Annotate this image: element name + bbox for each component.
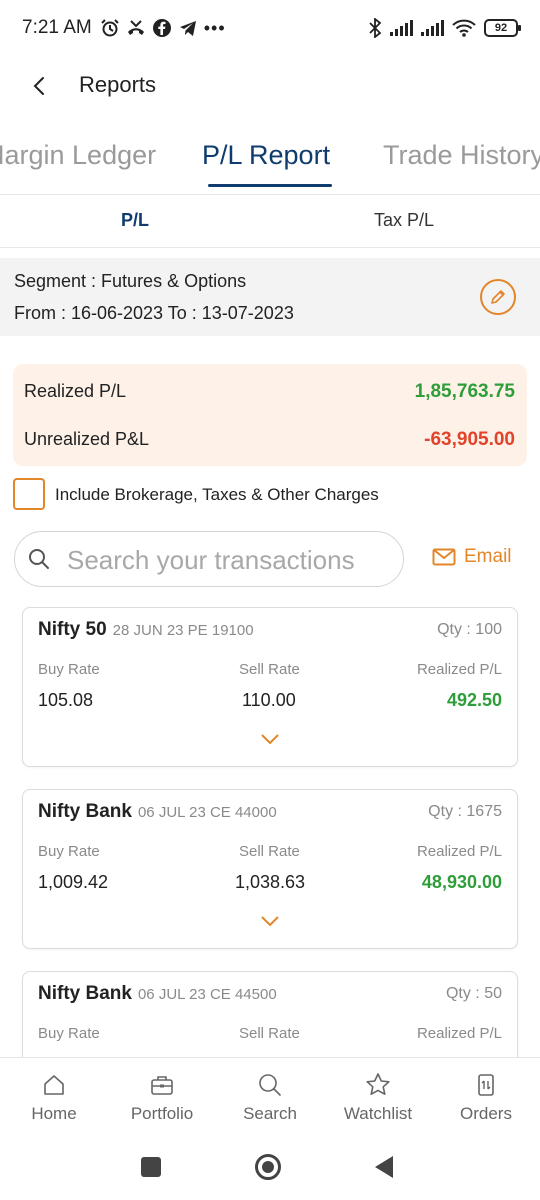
card-title: Nifty Bank 06 JUL 23 CE 44000 <box>38 801 277 823</box>
realized-pl-label: Realized P/L <box>24 381 127 401</box>
email-label: Email <box>464 546 512 567</box>
realized-pl-header: Realized P/L <box>416 1025 502 1042</box>
realized-pl-header: Realized P/L <box>416 661 502 678</box>
qty: Qty : 100 <box>437 621 502 638</box>
status-time: 7:21 AM <box>22 17 92 38</box>
symbol: Nifty 50 <box>38 619 107 640</box>
missed-call-icon <box>127 20 144 35</box>
tab-pl-report[interactable]: P/L Report <box>202 140 330 171</box>
active-tab-indicator <box>208 184 332 187</box>
transaction-list: Nifty 50 28 JUN 23 PE 19100 Qty : 100 Buy… <box>0 607 540 1057</box>
page-title: Reports <box>79 72 157 97</box>
subtab-pl[interactable]: P/L <box>121 210 149 231</box>
pencil-icon <box>491 290 505 304</box>
transaction-card[interactable]: Nifty Bank 06 JUL 23 CE 44500 Qty : 50 Bu… <box>22 971 518 1057</box>
search-input[interactable] <box>67 542 397 578</box>
pl-subtabs: P/L Tax P/L <box>0 196 540 246</box>
symbol: Nifty Bank <box>38 801 132 822</box>
transaction-search[interactable] <box>14 531 404 587</box>
symbol: Nifty Bank <box>38 983 132 1004</box>
edit-filter-button[interactable] <box>480 279 516 315</box>
segment-label: Segment : Futures & Options <box>14 271 247 291</box>
signal-icon <box>390 20 413 36</box>
realized-pl-header: Realized P/L <box>416 843 502 860</box>
orders-icon <box>478 1074 494 1096</box>
buy-rate-header: Buy Rate <box>38 661 100 678</box>
contract: 06 JUL 23 CE 44500 <box>137 986 277 1003</box>
nav-search[interactable]: Search <box>216 1072 324 1124</box>
bluetooth-icon <box>369 18 382 38</box>
realized-pl-value: 1,85,763.75 <box>414 381 515 402</box>
briefcase-icon <box>151 1076 173 1095</box>
realized-pl: 48,930.00 <box>421 872 502 892</box>
include-charges-label[interactable]: Include Brokerage, Taxes & Other Charges <box>55 485 379 505</box>
more-notifications-icon: ••• <box>203 17 226 38</box>
facebook-icon <box>152 19 171 37</box>
back-arrow-icon[interactable] <box>26 72 54 100</box>
realized-pl: 492.50 <box>446 690 502 710</box>
buy-rate-header: Buy Rate <box>38 1025 100 1042</box>
nav-watchlist[interactable]: Watchlist <box>324 1072 432 1124</box>
alarm-icon <box>101 19 119 37</box>
contract: 28 JUN 23 PE 19100 <box>112 622 254 639</box>
unrealized-pl-label: Unrealized P&L <box>24 429 150 449</box>
qty: Qty : 50 <box>445 985 502 1002</box>
mail-icon <box>432 548 456 566</box>
nav-home[interactable]: Home <box>0 1072 108 1124</box>
nav-portfolio[interactable]: Portfolio <box>108 1072 216 1124</box>
include-charges-checkbox[interactable] <box>13 478 45 510</box>
home-button-icon[interactable] <box>255 1154 281 1180</box>
wifi-icon <box>452 19 476 37</box>
date-range-label: From : 16-06-2023 To : 13-07-2023 <box>14 303 294 323</box>
nav-orders-label: Orders <box>460 1104 512 1123</box>
star-icon <box>366 1073 390 1095</box>
card-title: Nifty Bank 06 JUL 23 CE 44500 <box>38 983 277 1005</box>
contract: 06 JUL 23 CE 44000 <box>137 804 277 821</box>
sell-rate-header: Sell Rate <box>239 843 300 860</box>
telegram-icon <box>179 21 196 36</box>
divider <box>0 194 540 195</box>
tab-margin-ledger[interactable]: Margin Ledger <box>0 140 156 171</box>
chevron-down-icon[interactable] <box>259 914 281 928</box>
buy-rate: 105.08 <box>38 690 94 710</box>
subtab-tax-pl[interactable]: Tax P/L <box>374 210 434 231</box>
nav-portfolio-label: Portfolio <box>130 1104 194 1123</box>
nav-orders[interactable]: Orders <box>432 1072 540 1124</box>
bottom-navigation: Home Portfolio Search Watchlist Orders <box>0 1057 540 1135</box>
sell-rate-header: Sell Rate <box>239 661 300 678</box>
unrealized-pl-value: -63,905.00 <box>424 429 515 450</box>
qty: Qty : 1675 <box>428 803 502 820</box>
search-icon <box>29 549 49 569</box>
recent-apps-icon[interactable] <box>141 1157 161 1177</box>
search-icon <box>259 1074 281 1096</box>
card-title: Nifty 50 28 JUN 23 PE 19100 <box>38 619 254 641</box>
nav-home-label: Home <box>31 1104 77 1123</box>
system-navigation-bar <box>0 1137 540 1200</box>
sell-rate-header: Sell Rate <box>239 1025 300 1042</box>
status-bar: 7:21 AM ••• 92 <box>0 0 540 56</box>
sell-rate: 110.00 <box>242 690 296 710</box>
signal-icon-2 <box>421 20 444 36</box>
transaction-card[interactable]: Nifty 50 28 JUN 23 PE 19100 Qty : 100 Buy… <box>22 607 518 767</box>
notification-icons: ••• <box>100 18 226 39</box>
nav-watchlist-label: Watchlist <box>343 1104 413 1123</box>
segment-filter-panel: Segment : Futures & Options From : 16-06… <box>0 258 540 336</box>
divider <box>0 247 540 248</box>
battery-icon: 92 <box>484 19 521 37</box>
buy-rate: 1,009.42 <box>38 872 109 892</box>
transaction-card[interactable]: Nifty Bank 06 JUL 23 CE 44000 Qty : 1675 … <box>22 789 518 949</box>
pl-summary-card: Realized P/L 1,85,763.75 Unrealized P&L … <box>13 364 527 466</box>
nav-search-label: Search <box>243 1104 297 1123</box>
back-triangle-icon[interactable] <box>375 1156 393 1178</box>
sell-rate: 1,038.63 <box>235 872 306 892</box>
chevron-down-icon[interactable] <box>259 732 281 746</box>
report-tabs: Margin Ledger P/L Report Trade History <box>0 128 540 192</box>
email-button[interactable]: Email <box>432 546 512 568</box>
home-icon <box>44 1075 64 1095</box>
tab-trade-history[interactable]: Trade History <box>383 140 540 171</box>
buy-rate-header: Buy Rate <box>38 843 100 860</box>
app-header: Reports <box>0 60 540 112</box>
